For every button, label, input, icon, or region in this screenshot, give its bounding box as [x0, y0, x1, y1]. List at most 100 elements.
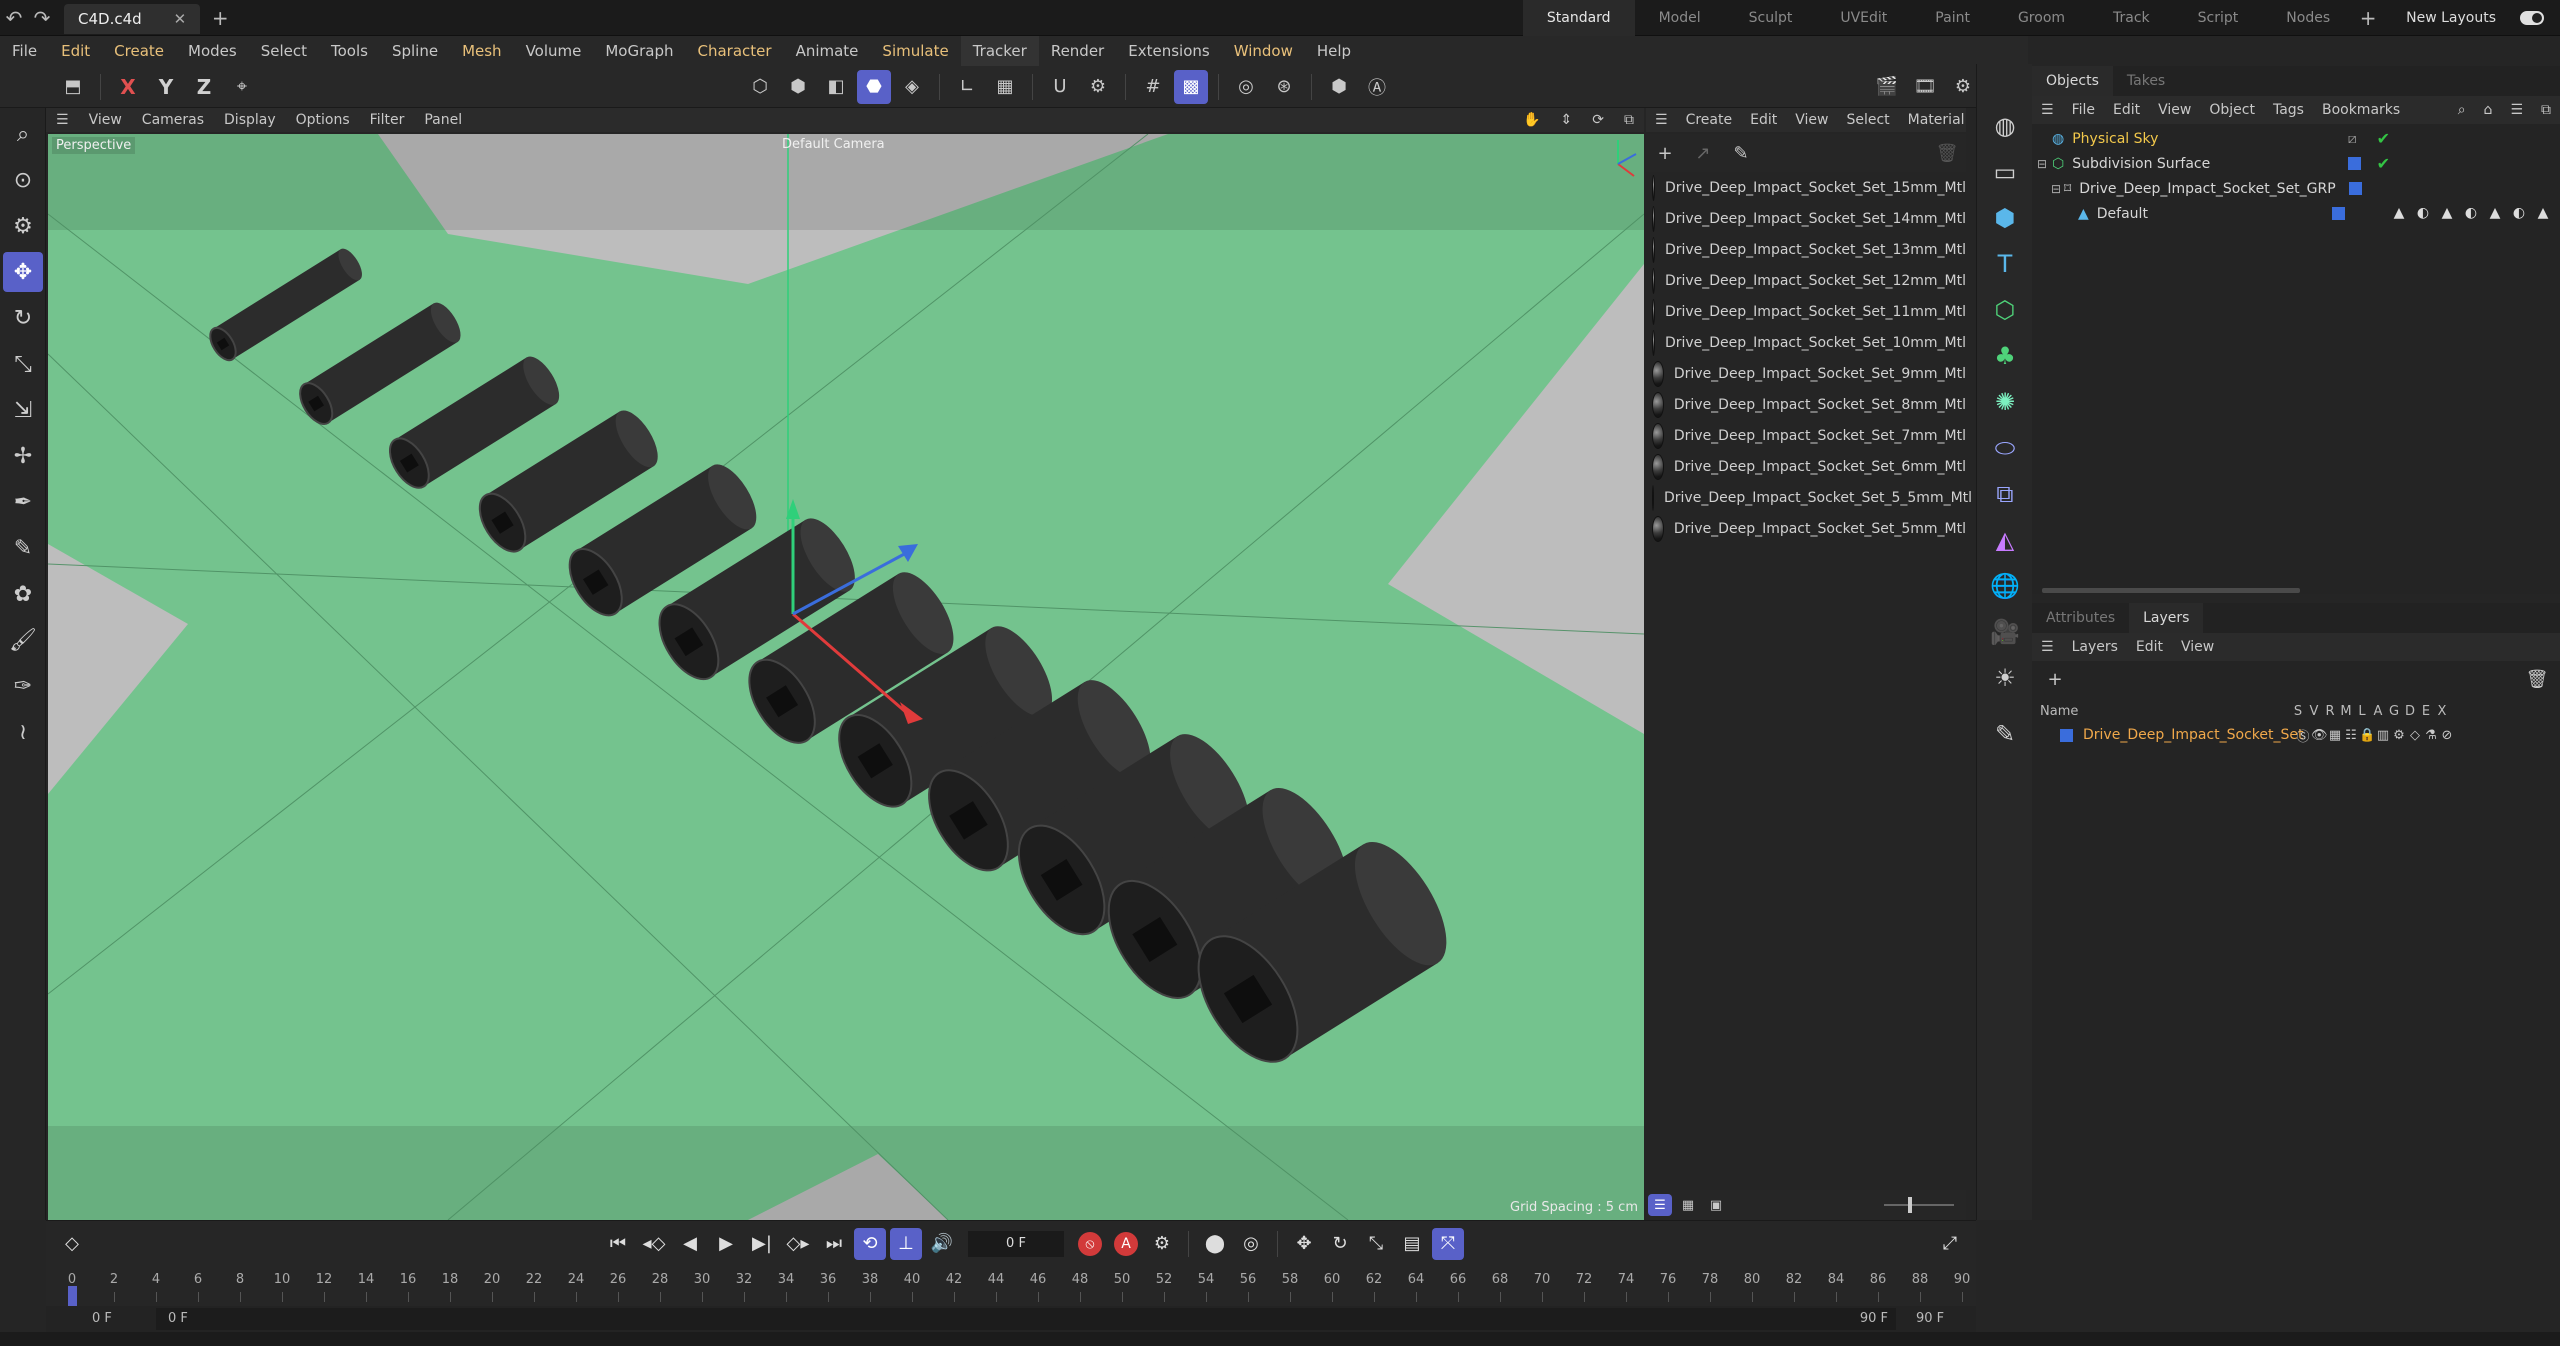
sound-icon[interactable]: 🔊 — [926, 1228, 958, 1260]
tab-layers[interactable]: Layers — [2129, 603, 2204, 633]
y-axis-lock-icon[interactable]: Y — [149, 70, 183, 104]
loop-icon[interactable]: ⟲ — [854, 1227, 886, 1260]
menu-edit[interactable]: Edit — [49, 36, 102, 66]
close-icon[interactable]: ✕ — [174, 10, 187, 28]
material-menu-select[interactable]: Select — [1837, 108, 1898, 132]
uv-mode-icon[interactable]: ◈ — [895, 70, 929, 104]
menu-select[interactable]: Select — [249, 36, 319, 66]
menu-spline[interactable]: Spline — [380, 36, 450, 66]
pan-icon[interactable]: ✋ — [1513, 108, 1550, 132]
objects-menu-view[interactable]: View — [2149, 96, 2200, 124]
snap-settings-icon[interactable]: ⚙ — [1081, 70, 1115, 104]
menu-help[interactable]: Help — [1305, 36, 1363, 66]
draw-icon[interactable]: ✎ — [1983, 714, 2027, 754]
soft-selection-icon[interactable]: ◎ — [1229, 70, 1263, 104]
layout-toggle[interactable] — [2520, 10, 2544, 25]
menu-mograph[interactable]: MoGraph — [593, 36, 685, 66]
objects-menu-object[interactable]: Object — [2200, 96, 2264, 124]
previous-key-icon[interactable]: ◂◇ — [638, 1228, 670, 1260]
snap-icon[interactable]: U — [1043, 70, 1077, 104]
collapse-icon[interactable]: ⊟ — [2032, 157, 2052, 171]
material-item[interactable]: Drive_Deep_Impact_Socket_Set_14mm_Mtl — [1646, 203, 1966, 234]
phong-tag-icon[interactable]: ▲ — [2438, 205, 2456, 223]
tab-takes[interactable]: Takes — [2113, 66, 2179, 96]
keyframe-selection-icon[interactable]: ⬤ — [1199, 1228, 1231, 1260]
new-window-icon[interactable]: ⧉ — [2532, 96, 2560, 124]
add-material-icon[interactable]: + — [1648, 136, 1682, 170]
layers-menu-edit[interactable]: Edit — [2127, 633, 2172, 661]
key-settings-icon[interactable]: ⚙ — [1146, 1228, 1178, 1260]
previous-frame-icon[interactable]: ◀ — [674, 1228, 706, 1260]
x-axis-lock-icon[interactable]: X — [111, 70, 145, 104]
material-item[interactable]: Drive_Deep_Impact_Socket_Set_13mm_Mtl — [1646, 234, 1966, 265]
lock-icon[interactable]: 🔒 — [2359, 728, 2375, 743]
paint-icon[interactable]: ✿ — [3, 574, 43, 614]
enabled-check-icon[interactable]: ✔ — [2377, 129, 2390, 148]
material-item[interactable]: Drive_Deep_Impact_Socket_Set_12mm_Mtl — [1646, 265, 1966, 296]
sketch-icon[interactable]: ≀ — [3, 712, 43, 752]
material-item[interactable]: Drive_Deep_Impact_Socket_Set_5mm_Mtl — [1646, 513, 1966, 544]
menu-character[interactable]: Character — [686, 36, 784, 66]
trash-icon[interactable]: 🗑 — [1930, 136, 1964, 170]
material-item[interactable]: Drive_Deep_Impact_Socket_Set_15mm_Mtl — [1646, 172, 1966, 203]
motion-record-icon[interactable]: ◎ — [1235, 1228, 1267, 1260]
range-end-field[interactable]: 90 F — [1916, 1308, 1944, 1330]
objects-menu-file[interactable]: File — [2063, 96, 2104, 124]
scale-tool-icon[interactable]: ⤡ — [3, 344, 43, 384]
rotation-key-icon[interactable]: ↻ — [1324, 1228, 1356, 1260]
expression-icon[interactable]: ⚗ — [2423, 728, 2439, 743]
material-item[interactable]: Drive_Deep_Impact_Socket_Set_11mm_Mtl — [1646, 296, 1966, 327]
render-view-icon[interactable]: 🎬 — [1870, 70, 1904, 104]
viewport-menu-display[interactable]: Display — [214, 108, 286, 132]
range-start-field[interactable]: 0 F — [92, 1308, 112, 1330]
filter-icon[interactable]: ☰ — [2501, 96, 2532, 124]
move-tool-icon[interactable]: ✥ — [3, 252, 43, 292]
camera-label[interactable]: Default Camera — [782, 137, 885, 152]
eye-icon[interactable]: 👁 — [2311, 728, 2328, 743]
material-item[interactable]: Drive_Deep_Impact_Socket_Set_10mm_Mtl — [1646, 327, 1966, 358]
phong-tag-icon[interactable]: ▲ — [2486, 205, 2504, 223]
material-menu-material[interactable]: Material — [1899, 108, 1974, 132]
grid-view-icon[interactable]: ▦ — [1676, 1194, 1700, 1216]
range-track[interactable]: 0 F 90 F — [156, 1308, 1896, 1330]
preview-range-icon[interactable]: ⊥ — [890, 1227, 922, 1260]
brush-icon[interactable]: 🖌 — [3, 620, 43, 660]
layout-tab-nodes[interactable]: Nodes — [2262, 0, 2354, 36]
tree-item-default[interactable]: ▲ Default ▲ ◐ ▲ ◐ ▲ ◐ ▲ — [2032, 201, 2560, 226]
z-axis-lock-icon[interactable]: Z — [187, 70, 221, 104]
maximize-viewport-icon[interactable]: ⧉ — [1614, 108, 1644, 132]
selection-tools-icon[interactable]: ⚙ — [3, 206, 43, 246]
generator-icon[interactable]: ⚙ — [2391, 728, 2407, 743]
object-tree-scrollbar[interactable] — [2042, 588, 2300, 593]
point-level-key-icon[interactable]: ⤧ — [1432, 1227, 1464, 1260]
layout-tab-track[interactable]: Track — [2089, 0, 2174, 36]
edges-mode-icon[interactable]: ⬢ — [781, 70, 815, 104]
layout-tab-model[interactable]: Model — [1635, 0, 1725, 36]
menu-modes[interactable]: Modes — [176, 36, 249, 66]
layer-color-swatch[interactable] — [2347, 157, 2361, 170]
playhead[interactable] — [68, 1286, 77, 1308]
box-icon[interactable]: ⬒ — [56, 70, 90, 104]
tab-objects[interactable]: Objects — [2032, 66, 2113, 96]
layers-menu-layers[interactable]: Layers — [2063, 633, 2127, 661]
menu-animate[interactable]: Animate — [784, 36, 871, 66]
record-icon[interactable]: ⦸ — [1078, 1231, 1102, 1256]
auto-icon[interactable]: Ⓐ — [1360, 70, 1394, 104]
material-tag-icon[interactable]: ◐ — [2462, 205, 2480, 223]
texture-mode-icon[interactable]: ▦ — [988, 70, 1022, 104]
transfer-tool-icon[interactable]: ⇲ — [3, 390, 43, 430]
viewport-menu-view[interactable]: View — [79, 108, 132, 132]
tree-item-socket-group[interactable]: ⊟ ⌑ Drive_Deep_Impact_Socket_Set_GRP — [2032, 176, 2560, 201]
cloner-icon[interactable]: ♣ — [1983, 336, 2027, 376]
zoom-slider-handle[interactable] — [1908, 1197, 1912, 1213]
phong-tag-icon[interactable]: ▲ — [2390, 205, 2408, 223]
points-mode-icon[interactable]: ⬡ — [743, 70, 777, 104]
rectangle-spline-icon[interactable]: ▭ — [1983, 152, 2027, 192]
menu-volume[interactable]: Volume — [514, 36, 594, 66]
viewport-menu-panel[interactable]: Panel — [414, 108, 472, 132]
menu-render[interactable]: Render — [1039, 36, 1116, 66]
live-selection-icon[interactable]: ⊙ — [3, 160, 43, 200]
material-item[interactable]: Drive_Deep_Impact_Socket_Set_6mm_Mtl — [1646, 451, 1966, 482]
editor-visibility-icon[interactable]: ⧄ — [2348, 131, 2357, 147]
layout-tab-sculpt[interactable]: Sculpt — [1725, 0, 1817, 36]
